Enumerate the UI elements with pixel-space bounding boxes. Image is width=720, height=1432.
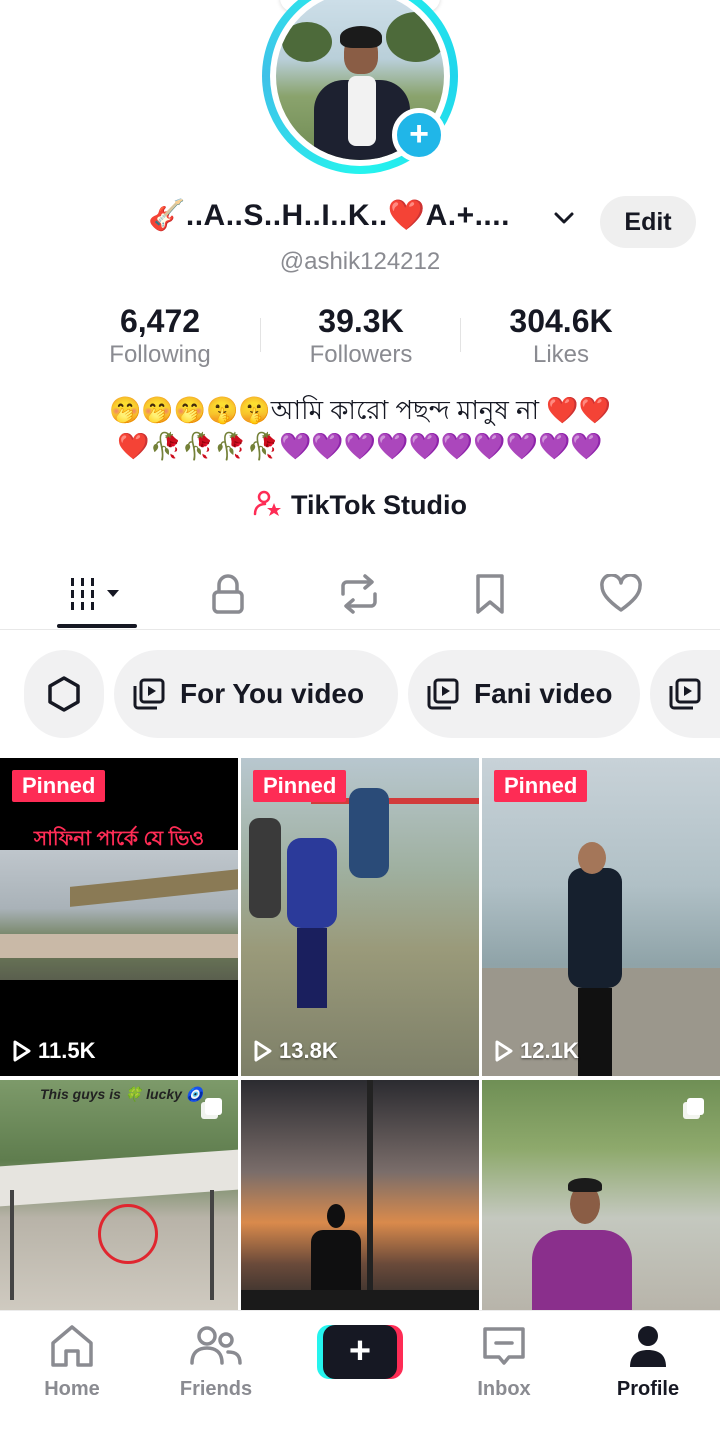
pinned-badge: Pinned [494, 770, 588, 802]
add-story-button[interactable]: + [392, 108, 446, 162]
nav-inbox[interactable]: Inbox [444, 1323, 564, 1401]
nav-profile[interactable]: Profile [588, 1323, 708, 1401]
nav-friends[interactable]: Friends [156, 1323, 276, 1401]
tab-videos[interactable] [57, 566, 137, 622]
active-tab-indicator [57, 624, 137, 628]
nav-friends-label: Friends [179, 1378, 253, 1400]
play-icon [13, 1040, 31, 1062]
studio-icon [253, 490, 281, 516]
username: @ashik124212 [279, 248, 441, 275]
followers-label: Followers [309, 341, 413, 368]
video-grid: Pinned সাফিনা পার্কে যে ভিও 11.5K Pinned… [0, 758, 720, 1310]
nav-home-label: Home [44, 1378, 100, 1400]
friends-icon [190, 1326, 242, 1365]
playlist-icon [133, 678, 165, 710]
chip-fani-video[interactable]: Fani video [408, 650, 640, 738]
playlist-chips: For You video Fani video [0, 648, 720, 740]
video-caption: This guys is 🍀 lucky 🧿 [40, 1086, 204, 1102]
nav-home[interactable]: Home [12, 1323, 132, 1401]
profile-icon [630, 1326, 666, 1367]
photo-mode-icon [201, 1098, 222, 1119]
video-overlay-text: সাফিনা পার্কে যে ভিও [33, 828, 205, 850]
chevron-down-icon[interactable] [552, 206, 576, 230]
stat-followers[interactable]: 39.3K Followers [261, 302, 461, 370]
grid-icon [71, 578, 119, 610]
inbox-icon [483, 1327, 525, 1365]
heart-icon [600, 574, 642, 612]
likes-count: 304.6K [509, 303, 613, 339]
playlist-icon [427, 678, 459, 710]
stat-likes[interactable]: 304.6K Likes [461, 302, 661, 370]
bookmark-icon [476, 574, 504, 614]
nav-inbox-label: Inbox [477, 1378, 531, 1400]
avatar[interactable]: + [262, 0, 458, 174]
profile-tabs [0, 560, 720, 630]
bio-line-2: ❤️🥀🥀🥀🥀💜💜💜💜💜💜💜💜💜💜 [117, 431, 603, 461]
stats: 6,472 Following 39.3K Followers 304.6K L… [60, 302, 660, 372]
view-count: 11.5K [12, 1038, 96, 1064]
chip-more[interactable] [650, 650, 720, 738]
play-icon [254, 1040, 272, 1062]
chip-settings[interactable] [24, 650, 104, 738]
following-label: Following [109, 341, 211, 368]
followers-count: 39.3K [318, 303, 404, 339]
tab-reposts[interactable] [319, 566, 399, 622]
settings-icon [48, 676, 80, 712]
lock-icon [212, 574, 244, 614]
pinned-badge: Pinned [253, 770, 347, 802]
bottom-nav: Home Friends + Inbox Profile [0, 1310, 720, 1432]
likes-label: Likes [532, 341, 590, 368]
video-thumbnail[interactable]: Pinned 12.1K [482, 758, 720, 1076]
chip-label: Fani video [474, 678, 613, 709]
display-name[interactable]: 🎸..A..S..H..I..K..❤️A.+.... [148, 198, 510, 233]
video-thumbnail[interactable]: Pinned সাফিনা পার্কে যে ভিও 11.5K [0, 758, 238, 1076]
photo-mode-icon [683, 1098, 704, 1119]
bio-line-1: 🤭🤭🤭🤫🤫আমি কারো পছন্দ মানুষ না ❤️❤️ [108, 395, 612, 425]
video-thumbnail[interactable] [482, 1080, 720, 1310]
following-count: 6,472 [119, 303, 201, 339]
stat-following[interactable]: 6,472 Following [60, 302, 260, 370]
playlist-icon [669, 678, 701, 710]
repost-icon [341, 574, 377, 614]
bio: 🤭🤭🤭🤫🤫আমি কারো পছন্দ মানুষ না ❤️❤️ ❤️🥀🥀🥀🥀… [0, 392, 720, 464]
video-thumbnail[interactable]: Pinned 13.8K [241, 758, 479, 1076]
view-count: 13.8K [253, 1038, 338, 1064]
play-icon [495, 1040, 513, 1062]
video-thumbnail[interactable]: This guys is 🍀 lucky 🧿 [0, 1080, 238, 1310]
plus-icon: + [323, 1325, 397, 1379]
tiktok-studio-link[interactable]: TikTok Studio [0, 488, 720, 521]
nav-profile-label: Profile [616, 1378, 680, 1400]
view-count: 12.1K [494, 1038, 579, 1064]
video-thumbnail[interactable] [241, 1080, 479, 1310]
tab-favorites[interactable] [450, 566, 530, 622]
tab-private[interactable] [188, 566, 268, 622]
create-button[interactable]: + [317, 1325, 403, 1379]
home-icon [51, 1325, 93, 1367]
pinned-badge: Pinned [12, 770, 106, 802]
tab-liked[interactable] [581, 566, 661, 622]
studio-label: TikTok Studio [290, 490, 467, 520]
chip-label: For You video [180, 678, 365, 709]
chip-for-you-video[interactable]: For You video [114, 650, 398, 738]
edit-profile-button[interactable]: Edit [600, 196, 696, 248]
